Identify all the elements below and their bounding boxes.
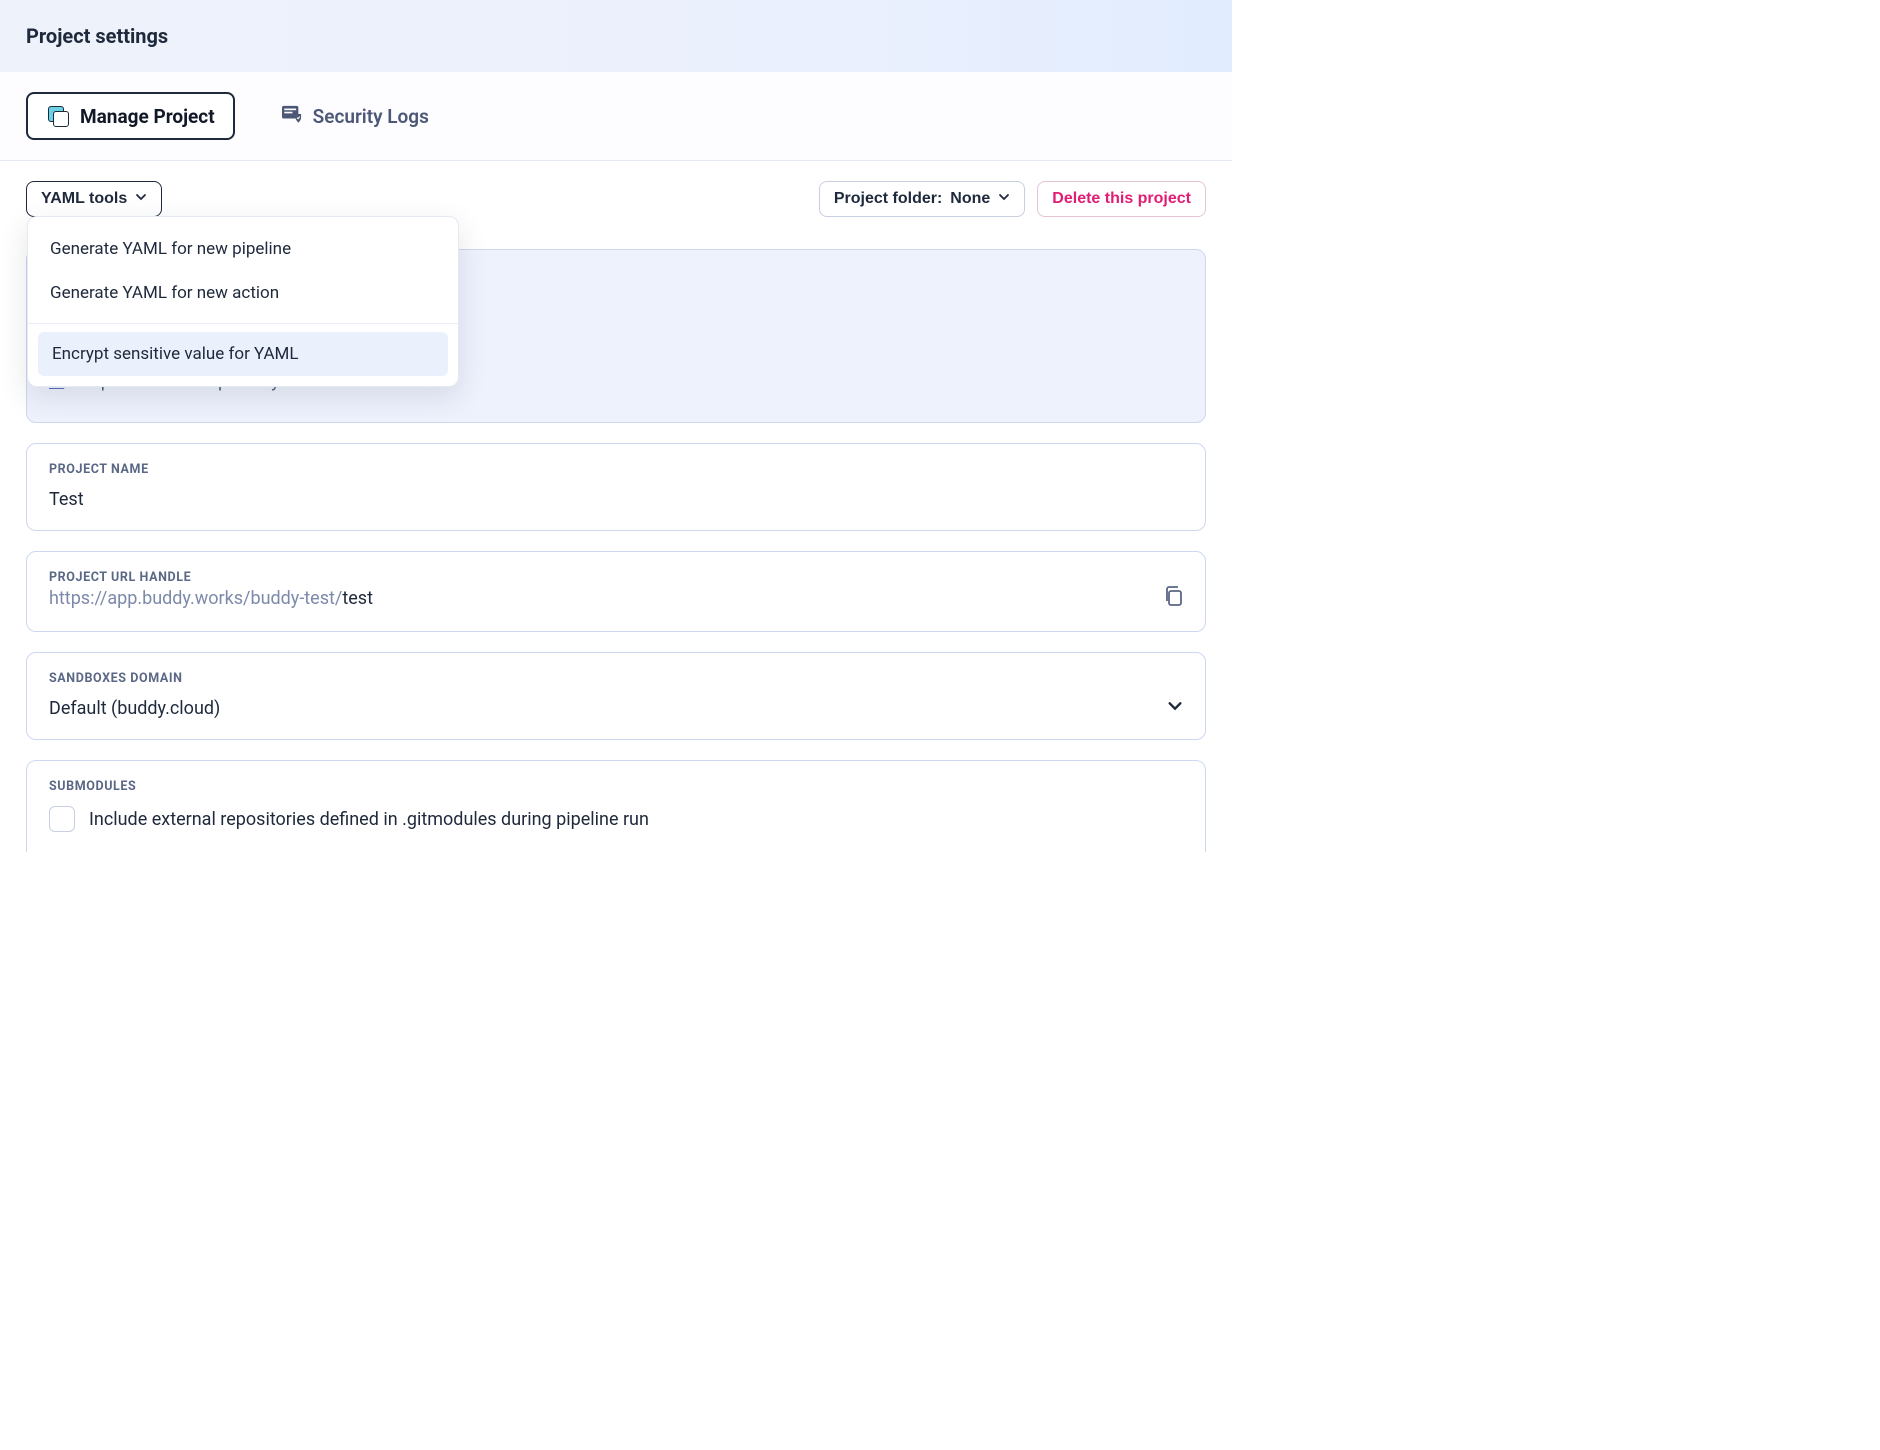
chevron-down-icon [135,190,147,208]
yaml-tools-label: YAML tools [41,190,127,208]
tab-manage-label: Manage Project [80,105,215,128]
project-folder-button[interactable]: Project folder: None [819,181,1025,217]
tab-security-logs[interactable]: Security Logs [263,94,447,139]
project-url-prefix: https://app.buddy.works/buddy-test/ [49,588,342,609]
project-url-slug-input[interactable]: test [342,588,373,609]
dropdown-item-generate-action[interactable]: Generate YAML for new action [28,271,458,315]
project-name-label: PROJECT NAME [27,444,1205,477]
yaml-tools-dropdown: Generate YAML for new pipeline Generate … [27,216,459,387]
project-folder-value: None [950,190,990,208]
project-folder-label: Project folder: [834,190,942,208]
chevron-down-icon [1167,698,1183,719]
tab-manage-project[interactable]: Manage Project [26,92,235,140]
chevron-down-icon [998,190,1010,208]
copy-icon[interactable] [1163,585,1183,611]
tab-security-label: Security Logs [313,105,429,128]
submodules-card: SUBMODULES Include external repositories… [26,760,1206,852]
windows-icon [46,104,70,128]
dropdown-item-generate-pipeline[interactable]: Generate YAML for new pipeline [28,227,458,271]
yaml-tools-button[interactable]: YAML tools [26,181,162,217]
dropdown-divider [28,323,458,324]
submodules-checkbox-label: Include external repositories defined in… [89,809,649,830]
shield-log-icon [281,104,303,129]
project-url-card: PROJECT URL HANDLE https://app.buddy.wor… [26,551,1206,632]
sandboxes-label: SANDBOXES DOMAIN [27,653,1205,686]
submodules-checkbox[interactable] [49,806,75,832]
page-title: Project settings [26,24,1206,48]
delete-project-button[interactable]: Delete this project [1037,181,1206,217]
sandboxes-select[interactable]: Default (buddy.cloud) [27,686,1205,739]
submodules-label: SUBMODULES [27,761,1205,794]
toolbar: YAML tools Generate YAML for new pipelin… [0,161,1232,223]
project-name-input[interactable]: Test [27,477,1205,530]
tabs-row: Manage Project Security Logs [0,72,1232,161]
dropdown-item-encrypt[interactable]: Encrypt sensitive value for YAML [38,332,448,376]
project-url-label: PROJECT URL HANDLE [27,552,1205,585]
page-header: Project settings [0,0,1232,72]
sandboxes-value: Default (buddy.cloud) [49,698,220,719]
sandboxes-card: SANDBOXES DOMAIN Default (buddy.cloud) [26,652,1206,740]
project-name-card: PROJECT NAME Test [26,443,1206,531]
